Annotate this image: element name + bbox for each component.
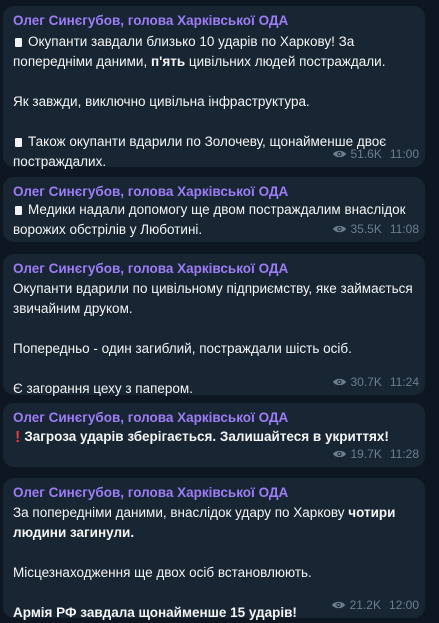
message-paragraph: Місцезнаходження ще двох осіб встановлюю… bbox=[13, 565, 312, 580]
message-paragraph: Окупанти вдарили по цивільному підприємс… bbox=[13, 281, 413, 316]
view-count: 35.5K bbox=[350, 222, 382, 236]
message-time: 11:28 bbox=[389, 447, 419, 461]
message-time: 11:24 bbox=[389, 375, 419, 389]
message-feed[interactable]: Олег Синєгубов, голова Харківської ОДА О… bbox=[0, 0, 439, 623]
message-bubble[interactable]: Олег Синєгубов, голова Харківської ОДА О… bbox=[3, 6, 425, 169]
message-bubble[interactable]: Олег Синєгубов, голова Харківської ОДА О… bbox=[3, 254, 425, 396]
message-meta: 51.6K 11:00 bbox=[332, 147, 419, 161]
message-paragraph: Попередньо - один загиблий, постраждали … bbox=[13, 341, 352, 356]
red-exclamation-icon: ! bbox=[15, 429, 21, 446]
view-count: 19.7K bbox=[350, 447, 382, 461]
message-meta: 19.7K 11:28 bbox=[332, 447, 419, 461]
view-count: 21.2K bbox=[349, 598, 381, 612]
message-author[interactable]: Олег Синєгубов, голова Харківської ОДА bbox=[13, 12, 415, 29]
message-time: 11:08 bbox=[389, 222, 419, 236]
message-author[interactable]: Олег Синєгубов, голова Харківської ОДА bbox=[13, 260, 415, 277]
view-count: 51.6K bbox=[350, 147, 382, 161]
message-meta: 21.2K 12:00 bbox=[331, 598, 419, 612]
message-text: ! Загроза ударів зберігається. Залишайтес… bbox=[15, 429, 389, 446]
message-meta: 35.5K 11:08 bbox=[332, 222, 419, 236]
views-eye-icon bbox=[332, 378, 346, 386]
views-eye-icon bbox=[332, 150, 346, 158]
message-meta: 30.7K 11:24 bbox=[332, 375, 419, 389]
message-bubble[interactable]: Олег Синєгубов, голова Харківської ОДА !… bbox=[3, 403, 425, 467]
message-time: 11:00 bbox=[389, 147, 419, 161]
view-count: 30.7K bbox=[350, 375, 382, 389]
message-paragraph: Як завжди, виключно цивільна інфраструкт… bbox=[13, 94, 310, 109]
black-square-icon bbox=[15, 38, 22, 47]
black-square-icon bbox=[15, 206, 22, 215]
views-eye-icon bbox=[332, 225, 346, 233]
message-time: 12:00 bbox=[388, 598, 419, 612]
black-square-icon bbox=[15, 138, 22, 147]
views-eye-icon bbox=[331, 601, 345, 609]
message-author[interactable]: Олег Синєгубов, голова Харківської ОДА bbox=[13, 183, 415, 200]
views-eye-icon bbox=[332, 450, 346, 458]
message-bubble[interactable]: Олег Синєгубов, голова Харківської ОДА М… bbox=[3, 177, 425, 242]
message-author[interactable]: Олег Синєгубов, голова Харківської ОДА bbox=[13, 409, 415, 426]
message-bubble[interactable]: Олег Синєгубов, голова Харківської ОДА З… bbox=[3, 478, 425, 620]
message-author[interactable]: Олег Синєгубов, голова Харківської ОДА bbox=[13, 484, 415, 501]
